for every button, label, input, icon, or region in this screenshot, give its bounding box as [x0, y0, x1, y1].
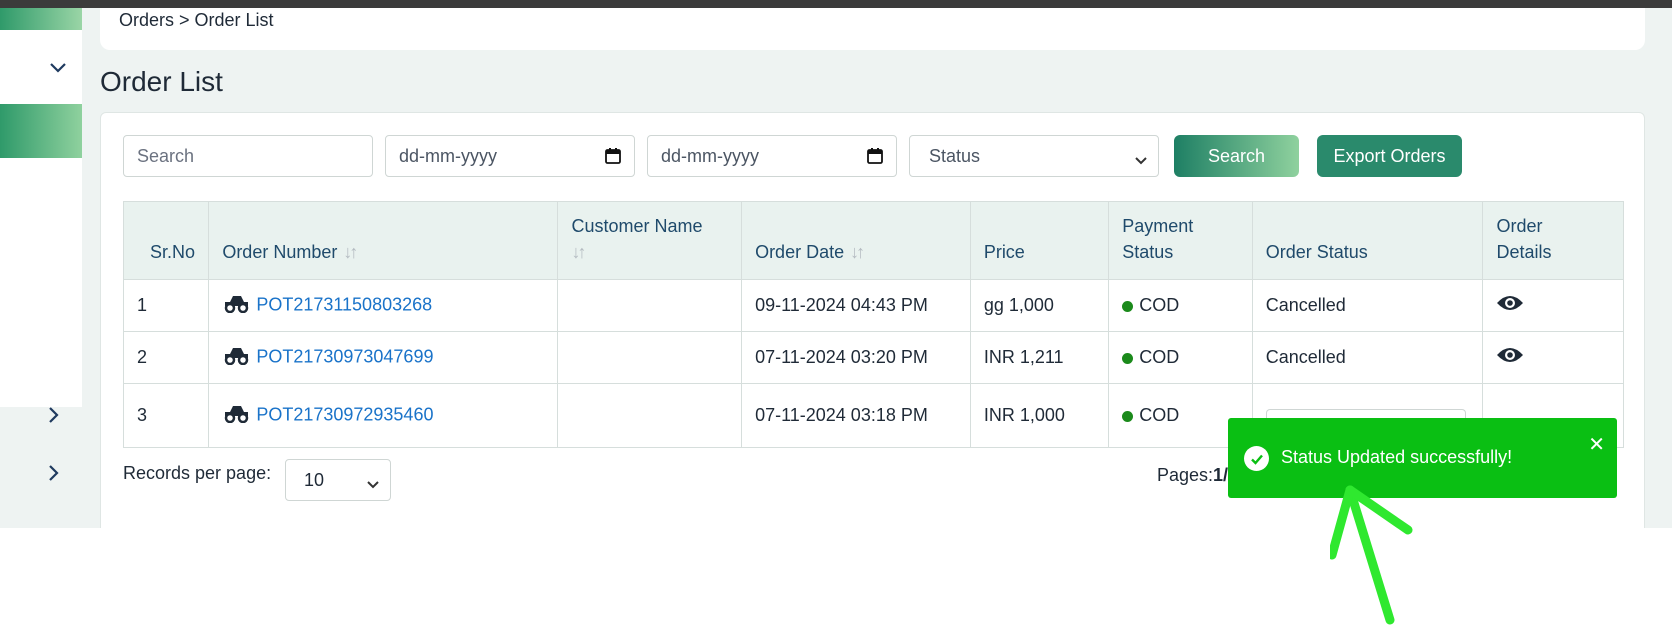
sidebar — [0, 8, 82, 528]
row-order-details — [1482, 279, 1624, 332]
success-toast: Status Updated successfully! ✕ — [1228, 418, 1617, 498]
col-order-details: Order Details — [1482, 201, 1624, 280]
row-customer-name — [557, 331, 743, 384]
row-payment-status: COD — [1108, 279, 1253, 332]
order-number-link[interactable]: POT21730973047699 — [256, 346, 433, 366]
col-order-date[interactable]: Order Date ↓↑ — [741, 201, 971, 280]
close-icon[interactable]: ✕ — [1588, 432, 1605, 457]
records-per-page-select[interactable]: 10 — [285, 459, 391, 501]
table-row: 2 POT21730973047699 07-11-2024 03:20 PM … — [122, 331, 1624, 384]
row-order-number: POT21730973047699 — [208, 331, 559, 384]
row-customer-name — [557, 279, 743, 332]
chevron-down-icon — [366, 474, 380, 495]
row-order-date: 07-11-2024 03:20 PM — [741, 331, 971, 384]
table-header-row: Sr.No Order Number ↓↑ Customer Name ↓↑ Ord… — [122, 201, 1624, 280]
col-customer-name[interactable]: Customer Name ↓↑ — [557, 201, 743, 280]
row-price: gg 1,000 — [969, 279, 1110, 332]
pages-label: Pages: — [1157, 465, 1214, 485]
row-order-number: POT21731150803268 — [208, 279, 559, 332]
app-viewport: Orders > Order List Order List Search dd… — [0, 8, 1672, 528]
to-date-input[interactable]: dd-mm-yyyy — [647, 135, 897, 177]
pages-value: 1/ — [1213, 465, 1229, 485]
status-dot — [1122, 300, 1134, 312]
truck-icon — [222, 345, 250, 370]
col-sr: Sr.No — [122, 201, 210, 280]
chevron-down-icon[interactable] — [48, 58, 68, 78]
row-price: INR 1,000 — [969, 383, 1110, 448]
breadcrumb-card: Orders > Order List — [100, 8, 1645, 50]
table-row: 1 POT21731150803268 09-11-2024 04:43 PM … — [122, 279, 1624, 332]
sort-icon[interactable]: ↓↑ — [850, 242, 865, 262]
chevron-down-icon — [1134, 150, 1148, 171]
row-order-date: 07-11-2024 03:18 PM — [741, 383, 971, 448]
col-payment-status: Payment Status — [1108, 201, 1253, 280]
row-sr: 1 — [122, 279, 210, 332]
breadcrumb: Orders > Order List — [119, 10, 274, 30]
sidebar-active-item-top[interactable] — [0, 8, 82, 30]
sort-icon[interactable]: ↓↑ — [343, 242, 358, 262]
truck-icon — [222, 403, 250, 428]
row-sr: 2 — [122, 331, 210, 384]
records-per-page-value: 10 — [304, 469, 325, 490]
pages-indicator: Pages:1/ — [1157, 465, 1228, 486]
search-input[interactable]: Search — [123, 135, 373, 177]
row-order-status: Cancelled — [1251, 331, 1484, 384]
status-select[interactable]: Status — [909, 135, 1159, 177]
col-order-status: Order Status — [1251, 201, 1484, 280]
col-price: Price — [969, 201, 1110, 280]
order-number-link[interactable]: POT21730972935460 — [256, 404, 433, 424]
row-order-number: POT21730972935460 — [208, 383, 559, 448]
order-number-link[interactable]: POT21731150803268 — [256, 294, 432, 314]
status-dot — [1122, 410, 1134, 422]
row-order-status: Cancelled — [1251, 279, 1484, 332]
chevron-right-icon[interactable] — [44, 405, 64, 425]
calendar-icon[interactable] — [604, 147, 622, 170]
annotation-arrow-icon — [1330, 485, 1413, 625]
to-date-placeholder: dd-mm-yyyy — [661, 145, 759, 166]
from-date-input[interactable]: dd-mm-yyyy — [385, 135, 635, 177]
row-payment-status: COD — [1108, 331, 1253, 384]
sidebar-background — [0, 407, 82, 528]
toast-message: Status Updated successfully! — [1281, 447, 1513, 467]
row-order-details — [1482, 331, 1624, 384]
check-circle-icon — [1244, 446, 1269, 471]
row-customer-name — [557, 383, 743, 448]
status-dot — [1122, 352, 1134, 364]
export-orders-button[interactable]: Export Orders — [1317, 135, 1462, 177]
search-button[interactable]: Search — [1174, 135, 1299, 177]
search-placeholder: Search — [137, 145, 195, 166]
sidebar-active-item[interactable] — [0, 104, 82, 158]
row-price: INR 1,211 — [969, 331, 1110, 384]
eye-icon[interactable] — [1496, 348, 1524, 369]
records-per-page-label: Records per page: — [123, 463, 272, 483]
col-order-number[interactable]: Order Number ↓↑ — [208, 201, 559, 280]
from-date-placeholder: dd-mm-yyyy — [399, 145, 497, 166]
status-select-value: Status — [929, 145, 981, 166]
calendar-icon[interactable] — [866, 147, 884, 170]
page-title: Order List — [100, 66, 223, 97]
chevron-right-icon[interactable] — [44, 463, 64, 483]
eye-icon[interactable] — [1496, 296, 1524, 317]
truck-icon — [222, 293, 250, 318]
row-sr: 3 — [122, 383, 210, 448]
orders-table: Sr.No Order Number ↓↑ Customer Name ↓↑ Ord… — [122, 201, 1624, 448]
browser-top-bar — [0, 0, 1672, 8]
sort-icon[interactable]: ↓↑ — [571, 242, 586, 262]
row-order-date: 09-11-2024 04:43 PM — [741, 279, 971, 332]
